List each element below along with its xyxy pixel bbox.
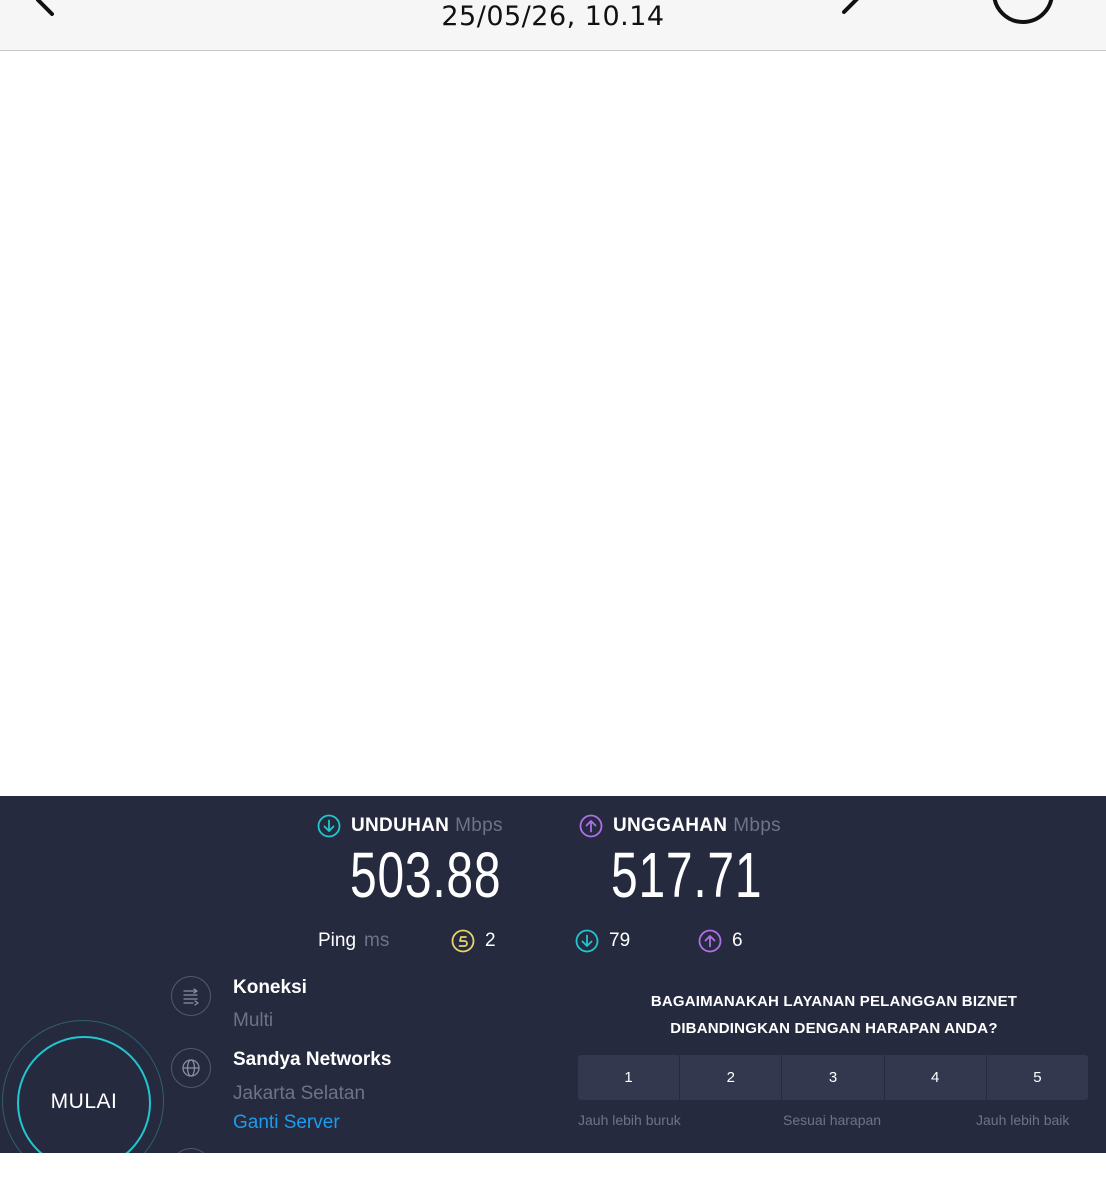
rating-label-mid: Sesuai harapan [783,1112,882,1128]
rating-scale: 1 2 3 4 5 [578,1055,1088,1100]
change-server-link[interactable]: Ganti Server [233,1112,340,1134]
connection-title: Koneksi [233,977,307,998]
rating-option-3[interactable]: 3 [781,1055,883,1100]
rating-option-5[interactable]: 5 [985,1055,1088,1100]
timestamp: 25/05/26, 10.14 [441,1,665,32]
survey-question-line2: DIBANDINGKAN DENGAN HARAPAN ANDA? [670,1020,998,1037]
ping-label: Ping [318,930,357,951]
speedtest-panel: UNDUHAN Mbps 503.88 UNGGAHAN Mbps 517.71… [0,796,1106,1153]
ping-label-group: Ping ms [318,927,389,955]
top-bar: 25/05/26, 10.14 [0,0,1106,51]
ping-idle-icon [451,929,475,953]
upload-icon [579,814,603,838]
rating-label-high: Jauh lebih baik [976,1112,1070,1128]
upload-value: 517.71 [611,839,763,911]
rating-option-2[interactable]: 2 [679,1055,781,1100]
upload-label: UNGGAHAN [613,815,728,836]
rating-option-4[interactable]: 4 [883,1055,986,1100]
markup-pen-icon[interactable] [838,0,878,16]
globe-glyph-icon [182,1059,200,1077]
ping-upload-value: 6 [732,930,743,951]
download-label: UNDUHAN [351,815,450,836]
upload-header: UNGGAHAN Mbps [579,814,781,838]
globe-icon [171,1048,211,1088]
connections-icon[interactable] [171,976,211,1016]
survey-question-line1: BAGAIMANAKAH LAYANAN PELANGGAN BIZNET [650,993,1018,1010]
download-value: 503.88 [350,839,502,911]
download-header: UNDUHAN Mbps [317,814,503,838]
server-name: Sandya Networks [233,1049,392,1070]
ping-idle: 2 [451,927,496,955]
connections-glyph-icon [183,988,199,1006]
ping-idle-value: 2 [485,930,496,951]
server-location: Jakarta Selatan [233,1083,366,1104]
download-unit: Mbps [455,815,503,836]
ping-upload: 6 [698,927,743,955]
upload-unit: Mbps [733,815,781,836]
ping-upload-icon [698,929,722,953]
ping-download-value: 79 [609,930,631,951]
rating-label-low: Jauh lebih buruk [578,1112,681,1128]
download-icon [317,814,341,838]
rating-option-1[interactable]: 1 [578,1055,679,1100]
ping-download: 79 [575,927,630,955]
ping-download-icon [575,929,599,953]
ping-unit: ms [364,930,390,951]
survey-question: BAGAIMANAKAH LAYANAN PELANGGAN BIZNET DI… [600,988,1068,1042]
user-icon [171,1148,211,1153]
connection-value: Multi [233,1010,274,1031]
